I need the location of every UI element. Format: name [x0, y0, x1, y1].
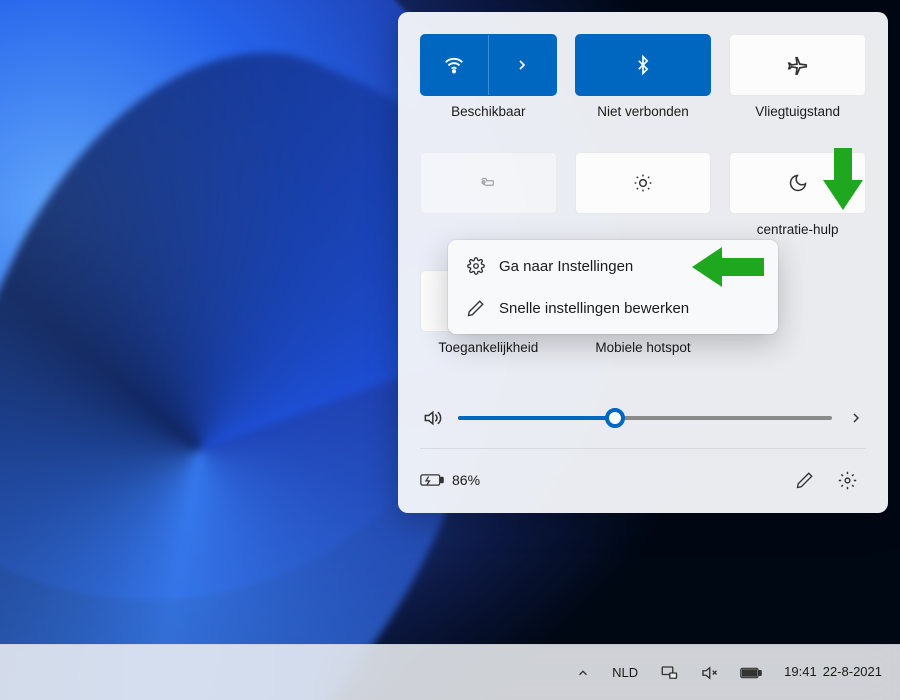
- settings-button[interactable]: [828, 461, 866, 499]
- tray-clock[interactable]: 19:41 22-8-2021: [780, 658, 886, 687]
- chevron-right-icon[interactable]: [848, 410, 864, 426]
- chevron-right-icon: [514, 57, 530, 73]
- volume-slider-thumb[interactable]: [605, 408, 625, 428]
- battery-saver-tile[interactable]: [420, 152, 557, 214]
- wifi-toggle[interactable]: [421, 35, 489, 95]
- tray-battery[interactable]: [736, 660, 766, 686]
- menu-edit-label: Snelle instellingen bewerken: [499, 300, 689, 317]
- language-label: NLD: [612, 665, 638, 680]
- clock-date: 22-8-2021: [823, 664, 882, 681]
- annotation-arrow: [692, 247, 764, 287]
- tray-overflow[interactable]: [572, 660, 594, 686]
- tray-volume[interactable]: [696, 658, 722, 688]
- panel-footer: 86%: [420, 448, 866, 499]
- network-icon: [660, 664, 678, 682]
- battery-saver-icon: [476, 174, 500, 192]
- volume-slider-row: [420, 408, 866, 428]
- brightness-icon: [633, 173, 653, 193]
- gear-icon: [838, 471, 857, 490]
- quick-settings-panel: Beschikbaar Niet verbonden Vliegtuigstan…: [398, 12, 888, 513]
- brightness-tile[interactable]: [575, 152, 712, 214]
- system-tray: NLD 19:41 22-8-2021: [572, 658, 886, 688]
- edit-button[interactable]: [786, 461, 824, 499]
- hotspot-label: Mobiele hotspot: [595, 340, 690, 374]
- battery-percent: 86%: [452, 472, 480, 488]
- annotation-arrow: [823, 148, 863, 210]
- volume-slider[interactable]: [458, 416, 832, 420]
- wifi-icon: [443, 54, 465, 76]
- speaker-icon[interactable]: [422, 408, 442, 428]
- bluetooth-tile[interactable]: [575, 34, 712, 96]
- wifi-expand[interactable]: [489, 35, 556, 95]
- moon-icon: [788, 173, 808, 193]
- clock-time: 19:41: [784, 664, 817, 681]
- bluetooth-label: Niet verbonden: [597, 104, 689, 138]
- wifi-tile[interactable]: [420, 34, 557, 96]
- taskbar: NLD 19:41 22-8-2021: [0, 644, 900, 700]
- volume-slider-fill: [458, 416, 615, 420]
- airplane-label: Vliegtuigstand: [755, 104, 840, 138]
- battery-charging-icon: [420, 472, 444, 488]
- tray-language[interactable]: NLD: [608, 659, 642, 686]
- wifi-label: Beschikbaar: [451, 104, 525, 138]
- speaker-muted-icon: [700, 664, 718, 682]
- tray-network[interactable]: [656, 658, 682, 688]
- bluetooth-icon: [633, 53, 653, 77]
- airplane-icon: [787, 54, 809, 76]
- battery-status[interactable]: 86%: [420, 472, 480, 488]
- pencil-icon: [467, 299, 485, 317]
- battery-icon: [740, 666, 762, 680]
- airplane-tile[interactable]: [729, 34, 866, 96]
- menu-edit-quick-settings[interactable]: Snelle instellingen bewerken: [453, 287, 773, 329]
- pencil-icon: [796, 471, 814, 489]
- gear-icon: [467, 257, 485, 275]
- menu-settings-label: Ga naar Instellingen: [499, 258, 633, 275]
- accessibility-label: Toegankelijkheid: [438, 340, 538, 374]
- chevron-up-icon: [576, 666, 590, 680]
